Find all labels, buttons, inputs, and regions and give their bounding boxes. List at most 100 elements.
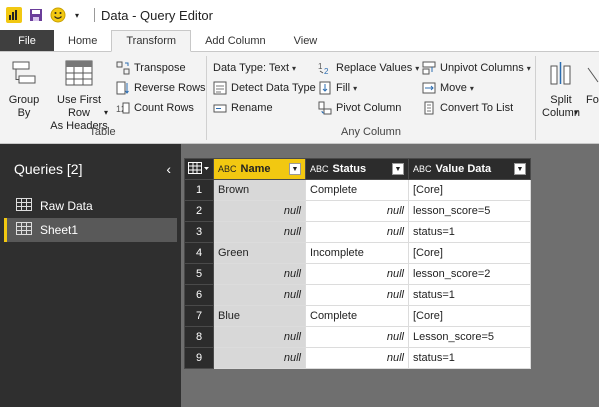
pivot-column-label: Pivot Column [336,102,402,114]
reverse-rows-button[interactable]: Reverse Rows [116,80,206,96]
use-first-row-caret[interactable]: ▾ [104,108,108,117]
format-button[interactable]: Fo [586,60,599,107]
table-row[interactable]: 7 Blue Complete [Core] [184,305,531,327]
save-icon[interactable] [28,7,44,23]
group-by-icon [4,60,44,90]
tab-add-column[interactable]: Add Column [191,30,280,51]
row-number: 8 [184,326,214,348]
cell-status[interactable]: null [305,263,409,285]
cell-name[interactable]: null [213,263,306,285]
chevron-down-icon: ▾ [469,83,474,93]
cell-value-data[interactable]: [Core] [408,305,531,327]
cell-value-data[interactable]: [Core] [408,179,531,201]
column-header-value-data[interactable]: ABC Value Data ▼ [408,158,531,180]
quick-access-dropdown-icon[interactable]: ▾ [72,7,82,23]
filter-dropdown-icon[interactable]: ▼ [514,163,526,175]
cell-name[interactable]: null [213,284,306,306]
count-rows-button[interactable]: 12 Count Rows [116,100,194,116]
cell-status[interactable]: Complete [305,179,409,201]
cell-name[interactable]: Blue [213,305,306,327]
group-by-button[interactable]: Group By [4,60,44,120]
text-type-icon[interactable]: ABC [310,164,329,174]
table-icon [16,222,32,238]
chevron-down-icon: ▾ [415,63,420,73]
tab-view[interactable]: View [280,30,332,51]
collapse-pane-icon[interactable]: ‹ [166,161,171,177]
pivot-column-button[interactable]: Pivot Column [318,100,401,116]
table-row[interactable]: 1 Brown Complete [Core] [184,179,531,201]
cell-value-data[interactable]: lesson_score=5 [408,200,531,222]
transpose-button[interactable]: Transpose [116,60,186,76]
text-type-icon[interactable]: ABC [413,164,432,174]
query-item-label: Sheet1 [40,223,79,237]
cell-name[interactable]: Brown [213,179,306,201]
tab-file[interactable]: File [0,30,54,51]
split-column-icon [540,60,582,90]
column-header-label: Name [240,163,271,175]
table-row[interactable]: 8 null null Lesson_score=5 [184,326,531,348]
filter-dropdown-icon[interactable]: ▼ [392,163,404,175]
query-item-raw-data[interactable]: Raw Data [4,194,177,218]
cell-value-data[interactable]: status=1 [408,347,531,369]
cell-status[interactable]: null [305,221,409,243]
row-number: 2 [184,200,214,222]
cell-name[interactable]: null [213,326,306,348]
cell-name[interactable]: null [213,200,306,222]
replace-values-button[interactable]: 12 Replace Values ▾ [318,60,419,76]
data-type-label: Data Type: Text [213,62,290,74]
smiley-feedback-icon[interactable] [50,7,66,23]
table-menu-button[interactable] [184,158,214,180]
cell-status[interactable]: Incomplete [305,242,409,264]
cell-value-data[interactable]: status=1 [408,221,531,243]
table-group-label: Table [89,126,116,138]
text-type-icon[interactable]: ABC [218,164,237,174]
ribbon: Group By Use First Row As Headers ▾ Tran… [0,52,599,144]
cell-name[interactable]: null [213,347,306,369]
query-item-sheet1[interactable]: Sheet1 [4,218,177,242]
detect-data-type-button[interactable]: Detect Data Type [213,80,316,96]
query-item-label: Raw Data [40,199,93,213]
table-row[interactable]: 3 null null status=1 [184,221,531,243]
table-row[interactable]: 5 null null lesson_score=2 [184,263,531,285]
rename-icon [213,101,227,115]
title-separator [94,8,95,22]
convert-to-list-button[interactable]: Convert To List [422,100,513,116]
move-icon [422,81,436,95]
table-row[interactable]: 9 null null status=1 [184,347,531,369]
table-row[interactable]: 6 null null status=1 [184,284,531,306]
replace-values-icon: 12 [318,61,332,75]
cell-name[interactable]: Green [213,242,306,264]
tab-home[interactable]: Home [54,30,111,51]
chevron-down-icon: ▾ [353,83,358,93]
move-button[interactable]: Move ▾ [422,80,474,96]
data-type-dropdown[interactable]: Data Type: Text ▾ [213,60,296,76]
unpivot-columns-icon [422,61,436,75]
group-separator [535,56,536,140]
cell-status[interactable]: Complete [305,305,409,327]
ribbon-tabs: File Home Transform Add Column View [0,30,599,52]
cell-name[interactable]: null [213,221,306,243]
cell-value-data[interactable]: lesson_score=2 [408,263,531,285]
cell-status[interactable]: null [305,347,409,369]
filter-dropdown-icon[interactable]: ▼ [289,163,301,175]
move-label: Move [440,82,467,94]
fill-down-icon [318,81,332,95]
row-number: 4 [184,242,214,264]
cell-value-data[interactable]: Lesson_score=5 [408,326,531,348]
use-first-row-button[interactable]: Use First Row As Headers [46,60,112,133]
table-row[interactable]: 2 null null lesson_score=5 [184,200,531,222]
split-column-caret[interactable]: ▾ [574,108,578,117]
column-header-status[interactable]: ABC Status ▼ [305,158,409,180]
tab-transform[interactable]: Transform [111,30,192,52]
cell-value-data[interactable]: [Core] [408,242,531,264]
fill-button[interactable]: Fill ▾ [318,80,357,96]
cell-status[interactable]: null [305,200,409,222]
cell-status[interactable]: null [305,284,409,306]
cell-value-data[interactable]: status=1 [408,284,531,306]
column-header-name[interactable]: ABC Name ▼ [213,158,306,180]
svg-text:2: 2 [324,67,329,75]
unpivot-columns-button[interactable]: Unpivot Columns ▾ [422,60,531,76]
table-row[interactable]: 4 Green Incomplete [Core] [184,242,531,264]
rename-button[interactable]: Rename [213,100,273,116]
cell-status[interactable]: null [305,326,409,348]
